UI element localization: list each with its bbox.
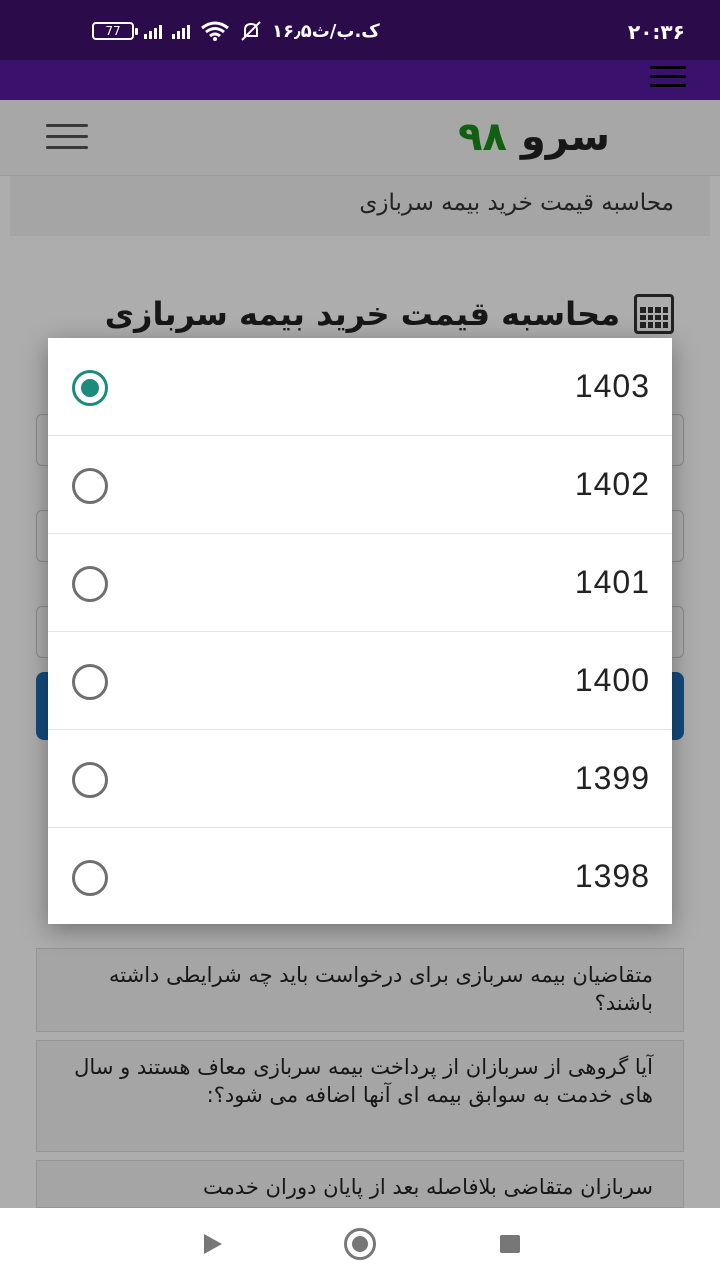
year-option[interactable]: 1401 [48, 534, 672, 632]
back-icon[interactable] [204, 1234, 222, 1254]
year-option-label: 1403 [574, 368, 650, 404]
radio-checked-icon[interactable] [72, 370, 108, 406]
year-option[interactable]: 1403 [48, 338, 672, 436]
radio-unchecked-icon[interactable] [72, 566, 108, 602]
home-icon[interactable] [344, 1228, 376, 1260]
signal-icon [144, 23, 162, 39]
year-picker-dialog: 1403 1402 1401 1400 1399 1398 [48, 338, 672, 924]
system-nav-bar [0, 1208, 720, 1280]
battery-icon: 77 [92, 22, 138, 40]
wifi-icon [201, 21, 229, 41]
year-option[interactable]: 1398 [48, 828, 672, 926]
year-option-label: 1401 [574, 564, 650, 600]
year-option[interactable]: 1399 [48, 730, 672, 828]
year-option-label: 1400 [574, 662, 650, 698]
year-option-label: 1398 [574, 858, 650, 894]
network-speed: ۱۶٫۵ک.ب/ث [272, 20, 380, 42]
radio-unchecked-icon[interactable] [72, 664, 108, 700]
radio-unchecked-icon[interactable] [72, 762, 108, 798]
year-option-label: 1402 [574, 466, 650, 502]
year-option[interactable]: 1400 [48, 632, 672, 730]
recents-icon[interactable] [500, 1235, 520, 1253]
radio-unchecked-icon[interactable] [72, 468, 108, 504]
year-option-label: 1399 [574, 760, 650, 796]
mute-icon [241, 21, 261, 41]
status-bar: 77 ۱۶٫۵ک.ب/ث ۲۰:۳۶ [0, 0, 720, 60]
hamburger-menu-icon[interactable] [650, 66, 686, 92]
top-nav [0, 60, 720, 100]
radio-unchecked-icon[interactable] [72, 860, 108, 896]
battery-level: 77 [105, 24, 121, 38]
year-option[interactable]: 1402 [48, 436, 672, 534]
signal-icon [172, 23, 190, 39]
status-icons: 77 ۱۶٫۵ک.ب/ث [92, 20, 380, 42]
clock: ۲۰:۳۶ [628, 20, 685, 44]
